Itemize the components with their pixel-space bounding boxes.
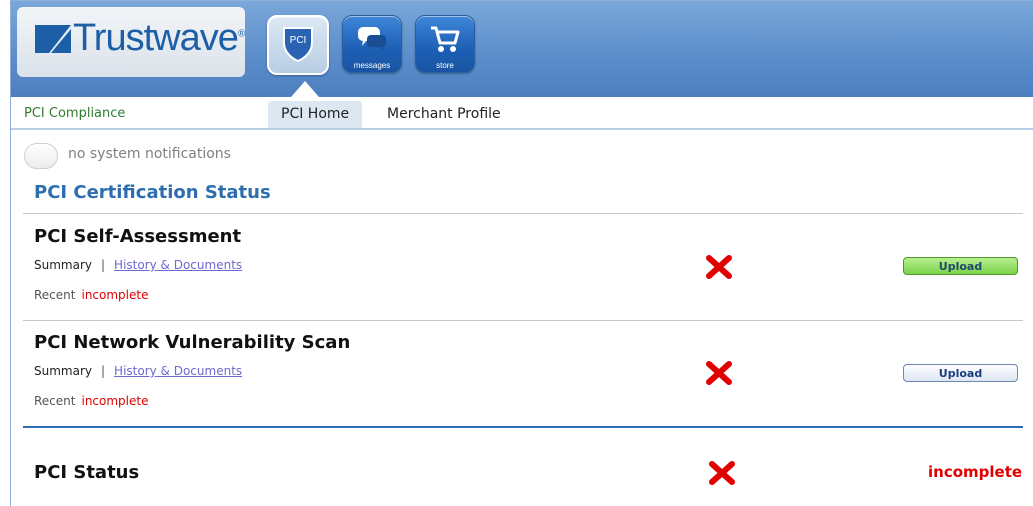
- recent-label: Recent: [34, 288, 76, 302]
- history-documents-link[interactable]: History & Documents: [114, 258, 242, 272]
- incomplete-x-icon: [706, 255, 732, 279]
- store-label: store: [436, 61, 454, 70]
- notification-bubble-icon: [24, 143, 58, 169]
- section-title: PCI Certification Status: [34, 182, 271, 203]
- recent-status: incomplete: [81, 288, 149, 302]
- notification-text: no system notifications: [68, 146, 231, 162]
- summary-label[interactable]: Summary: [34, 364, 92, 378]
- section-divider: [23, 213, 1023, 214]
- messages-button[interactable]: messages: [342, 15, 402, 73]
- status-divider: [23, 426, 1023, 428]
- pci-status-label: PCI Status: [34, 462, 140, 483]
- trustwave-logo-mark-icon: [35, 25, 71, 53]
- logo-text: Trustwave®: [73, 17, 245, 59]
- pci-button[interactable]: PCI: [267, 15, 329, 75]
- self-assessment-title: PCI Self-Assessment: [34, 226, 242, 247]
- svg-text:PCI: PCI: [290, 35, 307, 46]
- app-header: Trustwave® PCI messages store: [11, 1, 1033, 97]
- store-button[interactable]: store: [415, 15, 475, 73]
- network-scan-links: Summary | History & Documents: [34, 364, 242, 378]
- trustwave-logo[interactable]: Trustwave®: [17, 7, 245, 77]
- nav-title: PCI Compliance: [24, 106, 126, 121]
- item-divider: [23, 320, 1023, 321]
- summary-label[interactable]: Summary: [34, 258, 92, 272]
- link-separator: |: [101, 364, 106, 378]
- recent-status: incomplete: [81, 394, 149, 408]
- nav-divider: [11, 128, 1033, 130]
- active-tab-pointer: [291, 81, 319, 97]
- pci-status-value: incomplete: [928, 463, 1023, 481]
- self-assessment-links: Summary | History & Documents: [34, 258, 242, 272]
- history-documents-link[interactable]: History & Documents: [114, 364, 242, 378]
- chat-bubbles-icon: [358, 27, 386, 51]
- upload-network-scan-button[interactable]: Upload: [903, 364, 1018, 382]
- incomplete-x-icon: [706, 361, 732, 385]
- messages-label: messages: [353, 61, 391, 70]
- tab-pci-home[interactable]: PCI Home: [268, 101, 363, 128]
- network-scan-recent: Recent incomplete: [34, 394, 148, 408]
- shield-pci-icon: PCI: [283, 27, 313, 63]
- recent-label: Recent: [34, 394, 76, 408]
- shopping-cart-icon: [431, 26, 460, 52]
- tab-merchant-profile[interactable]: Merchant Profile: [374, 101, 514, 128]
- network-scan-title: PCI Network Vulnerability Scan: [34, 332, 351, 353]
- link-separator: |: [101, 258, 106, 272]
- self-assessment-recent: Recent incomplete: [34, 288, 148, 302]
- incomplete-x-icon: [709, 461, 735, 485]
- upload-self-assessment-button[interactable]: Upload: [903, 257, 1018, 275]
